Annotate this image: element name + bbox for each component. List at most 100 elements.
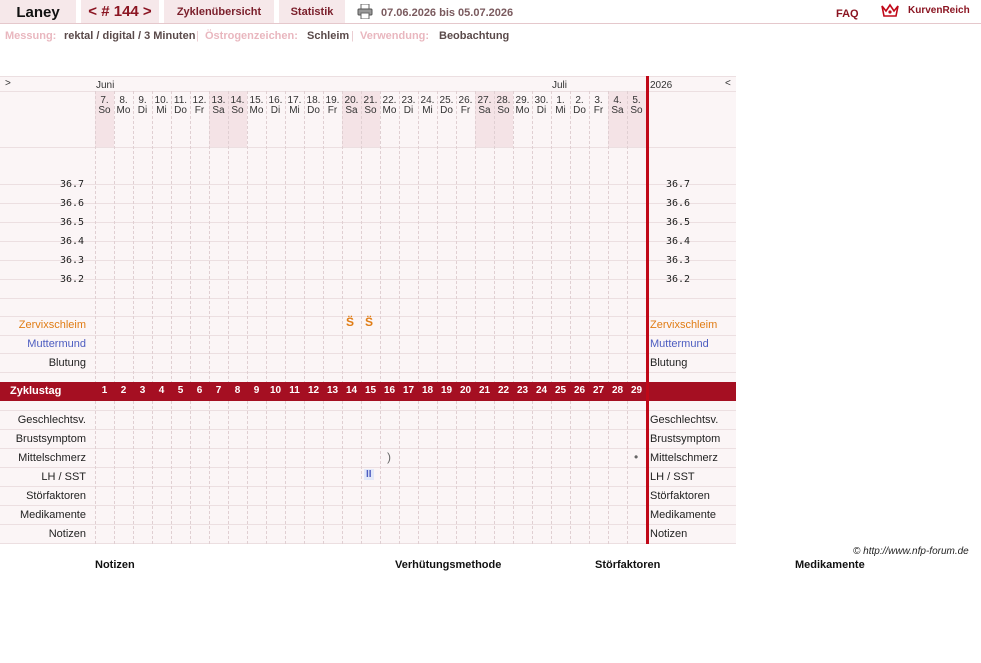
- temperature-label: 36.3: [666, 255, 691, 266]
- temperature-label: 36.4: [60, 236, 85, 247]
- grid-line: [0, 353, 736, 354]
- weekday: Do: [440, 105, 453, 116]
- cycle-day-number: 19: [440, 385, 453, 396]
- temperature-label: 36.2: [60, 274, 85, 285]
- grid-line: [0, 429, 736, 430]
- row-label: Zervixschleim: [18, 319, 86, 331]
- temperature-label: 36.3: [60, 255, 85, 266]
- estrogen-label: Östrogenzeichen:: [205, 30, 298, 42]
- day-header: 16. Di: [266, 96, 285, 116]
- cycle-day-number: 24: [535, 385, 548, 396]
- row-label: Notizen: [48, 528, 86, 540]
- grid-column-line: [380, 91, 381, 544]
- grid-column-line: [95, 91, 96, 544]
- row-label: Störfaktoren: [650, 490, 710, 502]
- weekday: Do: [174, 105, 187, 116]
- weekday: So: [231, 105, 244, 116]
- nav-next-arrow[interactable]: <: [725, 78, 731, 89]
- user-name: Laney: [0, 0, 76, 23]
- grid-line: [0, 147, 736, 148]
- row-label: LH / SST: [650, 471, 695, 483]
- grid-line: [0, 505, 736, 506]
- cycle-day-number: 10: [269, 385, 282, 396]
- weekday: Di: [536, 105, 547, 116]
- day-header: 13. Sa: [209, 96, 228, 116]
- weekday: Fr: [460, 105, 471, 116]
- footer-method-heading: Verhütungsmethode: [395, 559, 502, 571]
- day-header: 1. Mi: [551, 96, 570, 116]
- grid-column-line: [456, 91, 457, 544]
- footer-meds-heading: Medikamente: [795, 559, 865, 571]
- row-label: Blutung: [650, 357, 688, 369]
- weekday: Mo: [116, 105, 131, 116]
- grid-column-line: [228, 91, 229, 544]
- cycle-day-number: 3: [139, 385, 146, 396]
- row-label: Muttermund: [650, 338, 709, 350]
- day-header: 24. Mi: [418, 96, 437, 116]
- cycle-day-number: 25: [554, 385, 567, 396]
- day-header: 4. Sa: [608, 96, 627, 116]
- grid-line: [0, 76, 736, 77]
- day-header: 8. Mo: [114, 96, 133, 116]
- grid-line: [0, 448, 736, 449]
- estrogen-value: Schleim: [307, 30, 350, 42]
- weekday: Sa: [345, 105, 358, 116]
- cycle-day-number: 21: [478, 385, 491, 396]
- grid-column-line: [494, 91, 495, 544]
- faq-link[interactable]: FAQ: [836, 8, 859, 20]
- grid-column-line: [513, 91, 514, 544]
- grid-line: [0, 372, 736, 373]
- grid-column-line: [171, 91, 172, 544]
- tab-statistics[interactable]: Statistik: [279, 0, 345, 23]
- cycle-day-number: 22: [497, 385, 510, 396]
- weekday: Di: [403, 105, 414, 116]
- measure-label: Messung:: [5, 30, 57, 42]
- weekday: Mo: [249, 105, 264, 116]
- weekday: Mi: [422, 105, 433, 116]
- row-label: Geschlechtsv.: [17, 414, 86, 426]
- weekday: Di: [137, 105, 148, 116]
- usage-label: Verwendung:: [360, 30, 430, 42]
- printer-icon[interactable]: [357, 3, 373, 20]
- day-header: 30. Di: [532, 96, 551, 116]
- grid-column-line: [551, 91, 552, 544]
- kurvenreich-logo-icon[interactable]: [880, 2, 900, 20]
- grid-column-line: [437, 91, 438, 544]
- weekday: Mo: [382, 105, 397, 116]
- nav-prev-arrow[interactable]: >: [5, 78, 11, 89]
- cycle-day-number: 17: [402, 385, 415, 396]
- weekday: So: [497, 105, 510, 116]
- row-label: Zervixschleim: [650, 319, 718, 331]
- measure-value: rektal / digital / 3 Minuten: [64, 30, 196, 42]
- temperature-label: 36.6: [60, 198, 85, 209]
- tab-cycle-overview[interactable]: Zyklenübersicht: [164, 0, 274, 23]
- row-label: Muttermund: [27, 338, 86, 350]
- brand-link[interactable]: KurvenReich: [908, 5, 970, 16]
- grid-column-line: [114, 91, 115, 544]
- row-label: Störfaktoren: [26, 490, 86, 502]
- day-header: 7. So: [95, 96, 114, 116]
- grid-column-line: [266, 91, 267, 544]
- cycle-day-number: 12: [307, 385, 320, 396]
- weekday: Fr: [194, 105, 205, 116]
- grid-line: [0, 203, 736, 204]
- row-label: Blutung: [48, 357, 86, 369]
- row-label: Brustsymptom: [15, 433, 86, 445]
- cycle-navigator[interactable]: < # 144 >: [81, 0, 159, 23]
- grid-column-line: [570, 91, 571, 544]
- footer-disruptors-heading: Störfaktoren: [595, 559, 661, 571]
- weekday: Mi: [555, 105, 566, 116]
- separator: |: [196, 30, 199, 42]
- temperature-label: 36.6: [666, 198, 691, 209]
- row-label: Brustsymptom: [650, 433, 721, 445]
- temperature-label: 36.5: [60, 217, 85, 228]
- grid-column-line: [589, 91, 590, 544]
- header-divider: [0, 23, 981, 24]
- grid-column-line: [608, 91, 609, 544]
- day-header: 25. Do: [437, 96, 456, 116]
- grid-line: [0, 335, 736, 336]
- grid-column-line: [209, 91, 210, 544]
- cycle-day-number: 8: [234, 385, 241, 396]
- day-header: 2. Do: [570, 96, 589, 116]
- cycle-day-number: 6: [196, 385, 203, 396]
